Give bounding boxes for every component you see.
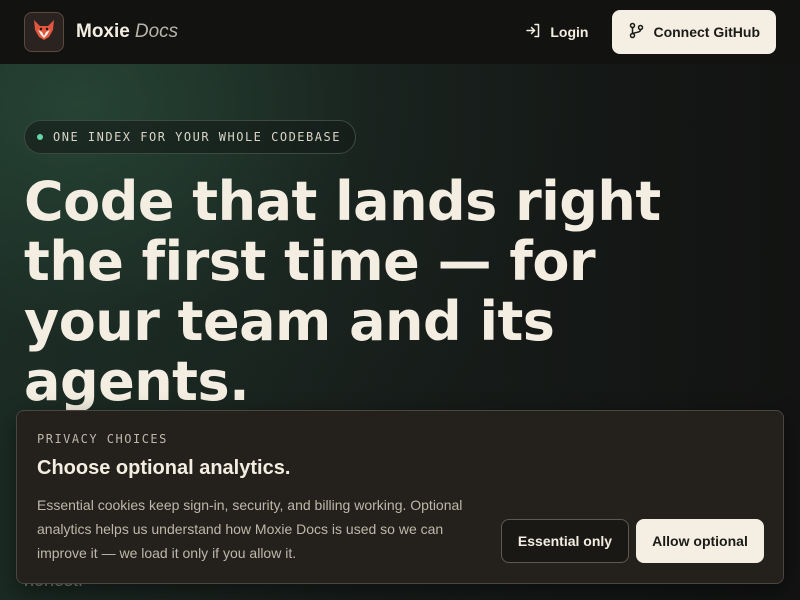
connect-github-button[interactable]: Connect GitHub [612, 10, 776, 54]
site-header: Moxie Docs Login Connect GitHub [0, 0, 800, 64]
allow-optional-button[interactable]: Allow optional [636, 519, 764, 563]
login-label: Login [550, 24, 589, 40]
cookie-eyebrow: PRIVACY CHOICES [37, 432, 168, 446]
logo[interactable] [24, 12, 64, 52]
cookie-banner: PRIVACY CHOICES Choose optional analytic… [16, 410, 784, 584]
connect-github-label: Connect GitHub [653, 24, 760, 40]
cookie-body: Essential cookies keep sign-in, security… [37, 497, 463, 561]
brand-name: Moxie [76, 21, 130, 42]
status-dot [37, 134, 43, 140]
login-arrow-icon [525, 22, 542, 42]
login-link[interactable]: Login [525, 22, 588, 42]
cookie-title: Choose optional analytics. [37, 457, 291, 479]
brand[interactable]: Moxie Docs [76, 21, 178, 43]
fox-icon [31, 17, 57, 48]
hero-headline: Code that lands right the first time — f… [24, 170, 661, 413]
hero-eyebrow-text: ONE INDEX FOR YOUR WHOLE CODEBASE [53, 130, 341, 144]
hero-eyebrow-pill: ONE INDEX FOR YOUR WHOLE CODEBASE [24, 120, 356, 154]
essential-only-button[interactable]: Essential only [501, 519, 629, 563]
brand-suffix: Docs [134, 21, 179, 42]
git-branch-icon [628, 22, 645, 42]
